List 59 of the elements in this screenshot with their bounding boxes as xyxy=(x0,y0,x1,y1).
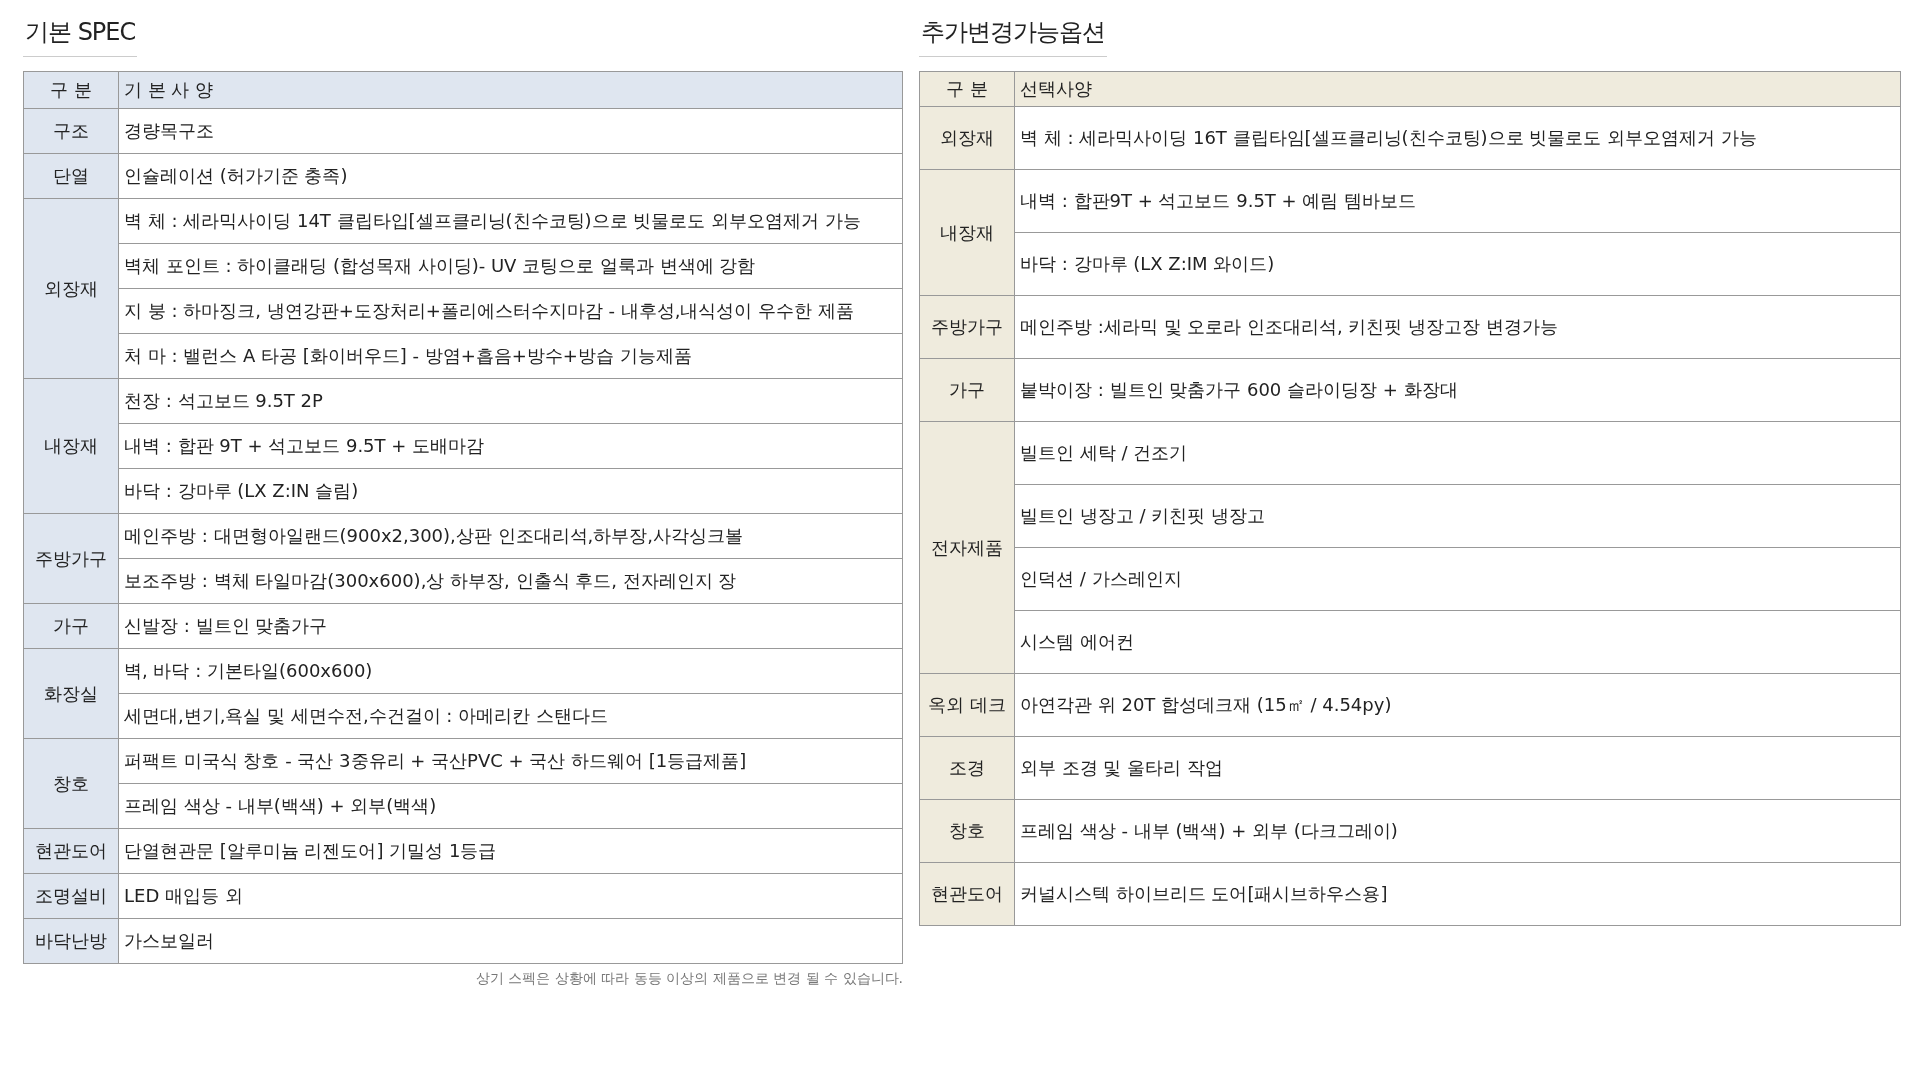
table-cell: 처 마 : 밸런스 A 타공 [화이버우드] - 방염+흡음+방수+방습 기능제품 xyxy=(118,333,903,379)
category-cell: 화장실 xyxy=(23,648,119,739)
category-cell: 조명설비 xyxy=(23,873,119,919)
table-cell: 세면대,변기,욕실 및 세면수전,수건걸이 : 아메리칸 스탠다드 xyxy=(118,693,903,739)
table-cell: 신발장 : 빌트인 맞춤가구 xyxy=(118,603,903,649)
header-cell: 구 분 xyxy=(919,71,1015,107)
category-cell: 외장재 xyxy=(23,198,119,379)
header-cell: 구 분 xyxy=(23,71,119,109)
category-cell: 구조 xyxy=(23,108,119,154)
category-cell: 창호 xyxy=(23,738,119,829)
table-cell: 프레임 색상 - 내부 (백색) + 외부 (다크그레이) xyxy=(1014,799,1901,863)
table-cell: 메인주방 :세라믹 및 오로라 인조대리석, 키친핏 냉장고장 변경가능 xyxy=(1014,295,1901,359)
table-cell: 천장 : 석고보드 9.5T 2P xyxy=(118,378,903,424)
table-cell: 내벽 : 합판9T + 석고보드 9.5T + 예림 템바보드 xyxy=(1014,169,1901,233)
table-cell: 벽 체 : 세라믹사이딩 14T 클립타입[셀프클리닝(친수코팅)으로 빗물로도 외부오염제거 가능 xyxy=(118,198,903,244)
category-cell: 바닥난방 xyxy=(23,918,119,964)
category-cell: 현관도어 xyxy=(23,828,119,874)
table-cell: 시스템 에어컨 xyxy=(1014,610,1901,674)
category-cell: 전자제품 xyxy=(919,421,1015,674)
table-cell: 가스보일러 xyxy=(118,918,903,964)
category-cell: 가구 xyxy=(23,603,119,649)
table-cell: 붙박이장 : 빌트인 맞춤가구 600 슬라이딩장 + 화장대 xyxy=(1014,358,1901,422)
table-cell: 메인주방 : 대면형아일랜드(900x2,300),상판 인조대리석,하부장,사각싱크볼 xyxy=(118,513,903,559)
table-cell: 단열현관문 [알루미늄 리젠도어] 기밀성 1등급 xyxy=(118,828,903,874)
table-cell: 경량목구조 xyxy=(118,108,903,154)
category-cell: 창호 xyxy=(919,799,1015,863)
section-title: 추가변경가능옵션 xyxy=(919,12,1107,57)
table-cell: 벽 체 : 세라믹사이딩 16T 클립타임[셀프클리닝(친수코팅)으로 빗물로도 외부오염제거 가능 xyxy=(1014,106,1901,170)
table-cell: 인덕션 / 가스레인지 xyxy=(1014,547,1901,611)
table-cell: 빌트인 세탁 / 건조기 xyxy=(1014,421,1901,485)
category-cell: 가구 xyxy=(919,358,1015,422)
category-cell: 단열 xyxy=(23,153,119,199)
table-cell: 지 붕 : 하마징크, 냉연강판+도장처리+폴리에스터수지마감 - 내후성,내식성이 우수한 제품 xyxy=(118,288,903,334)
category-cell: 외장재 xyxy=(919,106,1015,170)
table-cell: 커널시스텍 하이브리드 도어[패시브하우스용] xyxy=(1014,862,1901,926)
category-cell: 내장재 xyxy=(919,169,1015,296)
header-cell: 기 본 사 양 xyxy=(118,71,903,109)
header-cell: 선택사양 xyxy=(1014,71,1901,107)
table-cell: 빌트인 냉장고 / 키친핏 냉장고 xyxy=(1014,484,1901,548)
table-cell: 내벽 : 합판 9T + 석고보드 9.5T + 도배마감 xyxy=(118,423,903,469)
category-cell: 주방가구 xyxy=(23,513,119,604)
category-cell: 옥외 데크 xyxy=(919,673,1015,737)
table-cell: 보조주방 : 벽체 타일마감(300x600),상 하부장, 인출식 후드, 전자레인지 장 xyxy=(118,558,903,604)
table-cell: 바닥 : 강마루 (LX Z:IM 와이드) xyxy=(1014,232,1901,296)
table-cell: LED 매입등 외 xyxy=(118,873,903,919)
table-cell: 프레임 색상 - 내부(백색) + 외부(백색) xyxy=(118,783,903,829)
footnote: 상기 스펙은 상황에 따라 동등 이상의 제품으로 변경 될 수 있습니다. xyxy=(475,970,903,988)
table-cell: 바닥 : 강마루 (LX Z:IN 슬림) xyxy=(118,468,903,514)
table-cell: 벽체 포인트 : 하이클래딩 (합성목재 사이딩)- UV 코팅으로 얼룩과 변색에 강함 xyxy=(118,243,903,289)
table-cell: 아연각관 위 20T 합성데크재 (15㎡ / 4.54py) xyxy=(1014,673,1901,737)
table-cell: 퍼팩트 미국식 창호 - 국산 3중유리 + 국산PVC + 국산 하드웨어 [1등급제품] xyxy=(118,738,903,784)
category-cell: 내장재 xyxy=(23,378,119,514)
table-cell: 인슐레이션 (허가기준 충족) xyxy=(118,153,903,199)
table-cell: 외부 조경 및 울타리 작업 xyxy=(1014,736,1901,800)
section-title: 기본 SPEC xyxy=(23,12,138,57)
category-cell: 현관도어 xyxy=(919,862,1015,926)
category-cell: 조경 xyxy=(919,736,1015,800)
category-cell: 주방가구 xyxy=(919,295,1015,359)
table-cell: 벽, 바닥 : 기본타일(600x600) xyxy=(118,648,903,694)
